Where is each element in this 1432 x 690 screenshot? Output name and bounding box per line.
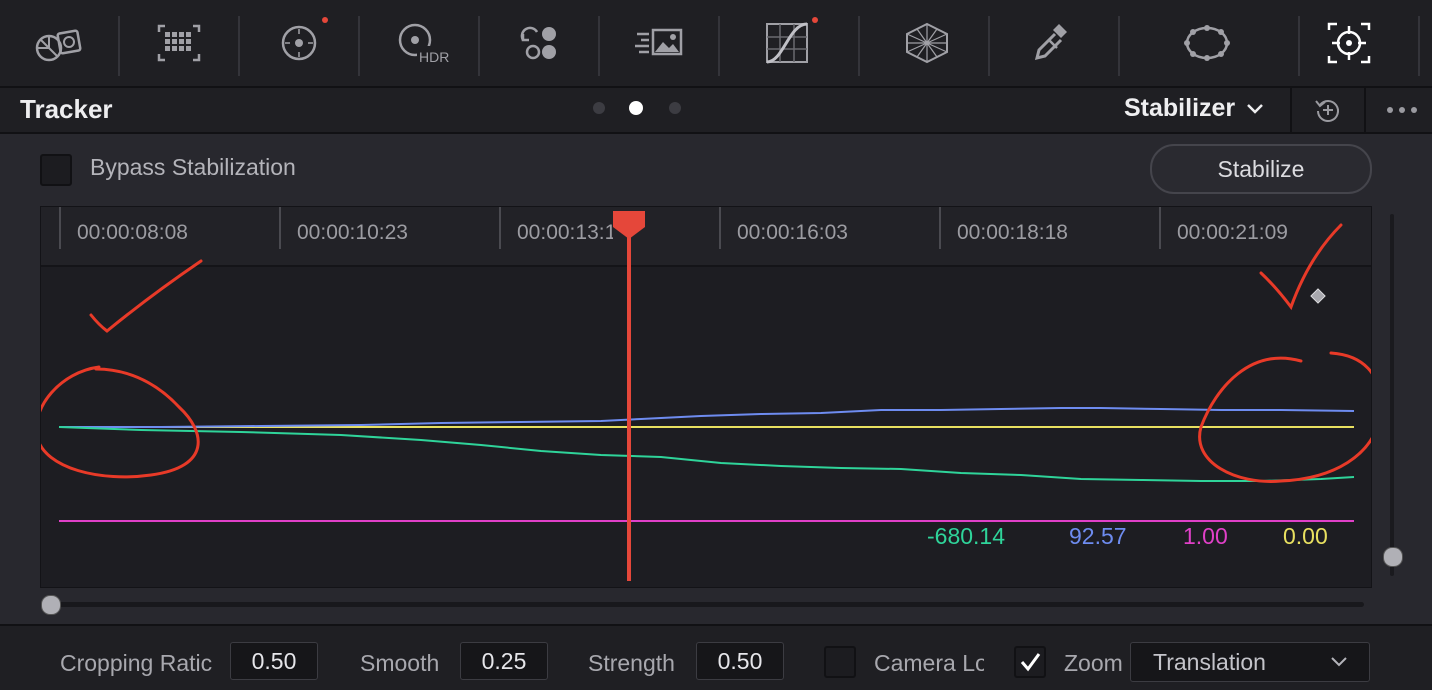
more-options-dot [1399,107,1405,113]
page-indicator-dot-active[interactable] [629,101,643,115]
palette-toolbar: HDR [0,0,1432,88]
keyframe-marker [1310,288,1326,304]
value-readout-magenta: 1.00 [1183,523,1228,549]
more-options-dot [1411,107,1417,113]
value-readout-blue: 92.57 [1069,523,1127,549]
toolbar-divider [988,16,990,76]
chevron-down-icon [1331,657,1347,667]
qualifier-tool[interactable] [994,10,1112,76]
tracker-mode-label: Stabilizer [1124,94,1236,122]
graph-canvas [41,211,1371,581]
reset-icon [1315,100,1339,122]
zoom-checkbox[interactable] [1014,646,1046,678]
cropping-ratio-label: Cropping Ratic [60,650,213,676]
annotation-circle-right [1198,351,1371,483]
camera-raw-icon [35,29,82,62]
annotation-check-left [89,259,203,333]
bypass-stabilization-checkbox[interactable] [40,154,72,186]
hdr-wheels-tool[interactable]: HDR [360,10,478,76]
strength-label: Strength [588,650,675,676]
page-indicator-dot[interactable] [669,102,681,114]
series-line-green [58,426,1355,482]
modified-indicator [322,17,328,23]
palette-header: Tracker Stabilizer [0,88,1432,134]
reset-button[interactable] [1308,94,1348,126]
page-indicator-dot[interactable] [593,102,605,114]
more-options-dot [1387,107,1393,113]
hdr-label: HDR [419,49,449,65]
smooth-label: Smooth [360,650,440,676]
value-readout-yellow: 0.00 [1283,523,1328,549]
chevron-down-icon [1247,103,1264,114]
hdr-wheels-icon: HDR [398,23,449,65]
color-wheels-icon [281,25,317,61]
checkmark-icon [1020,653,1041,672]
strength-input[interactable]: 0.50 [696,642,784,680]
more-options-button[interactable] [1380,94,1424,126]
curves-icon [766,22,808,64]
annotation-circle-left [41,365,200,479]
color-warper-icon [906,22,948,64]
toolbar-divider [858,16,860,76]
palette-title: Tracker [20,94,113,124]
color-warper-tool[interactable] [868,10,986,76]
cropping-ratio-input[interactable]: 0.50 [230,642,318,680]
qualifier-icon [1034,24,1067,61]
toolbar-divider [718,16,720,76]
stabilizer-controls: Cropping Ratic 0.50 Smooth 0.25 Strength… [0,624,1432,690]
motion-effects-icon [635,28,683,56]
annotation-check-right [1259,223,1343,311]
horizontal-zoom-slider[interactable] [44,602,1364,607]
color-match-icon [157,24,201,62]
curves-tool[interactable] [728,10,846,76]
camera-lock-label: Camera Lo [874,650,984,676]
value-readout-green: -680.14 [927,523,1006,549]
zoom-label: Zoom [1064,650,1123,676]
horizontal-zoom-handle[interactable] [41,595,61,615]
camera-lock-checkbox[interactable] [824,646,856,678]
stabilization-mode-select[interactable]: Translation [1130,642,1370,682]
header-divider [1364,88,1366,132]
series-line-blue [59,407,1355,428]
color-wheels-tool[interactable] [240,10,358,76]
header-divider [1290,88,1292,132]
vertical-zoom-handle[interactable] [1383,547,1403,567]
tracker-tool[interactable] [1290,10,1408,76]
smooth-input[interactable]: 0.25 [460,642,548,680]
stabilization-mode-value: Translation [1153,649,1266,675]
motion-effects-tool[interactable] [600,10,718,76]
tracker-mode-dropdown[interactable]: Stabilizer [1124,94,1265,123]
modified-indicator [812,17,818,23]
playhead-handle [613,211,645,239]
window-icon [1184,25,1230,61]
tracker-icon [1327,22,1371,64]
window-tool[interactable] [1148,10,1266,76]
toolbar-divider [1118,16,1120,76]
bypass-row: Bypass Stabilization Stabilize [0,134,1432,204]
bypass-stabilization-label: Bypass Stabilization [90,154,296,180]
tracker-graph[interactable]: 00:00:08:08 00:00:10:23 00:00:13:1 00:00… [40,206,1372,588]
toolbar-divider [1418,16,1420,76]
rgb-mixer-tool[interactable] [480,10,598,76]
camera-raw-tool[interactable] [0,10,118,76]
color-match-tool[interactable] [120,10,238,76]
rgb-mixer-icon [520,26,556,60]
vertical-zoom-slider[interactable] [1390,214,1394,576]
stabilize-button[interactable]: Stabilize [1150,144,1372,194]
